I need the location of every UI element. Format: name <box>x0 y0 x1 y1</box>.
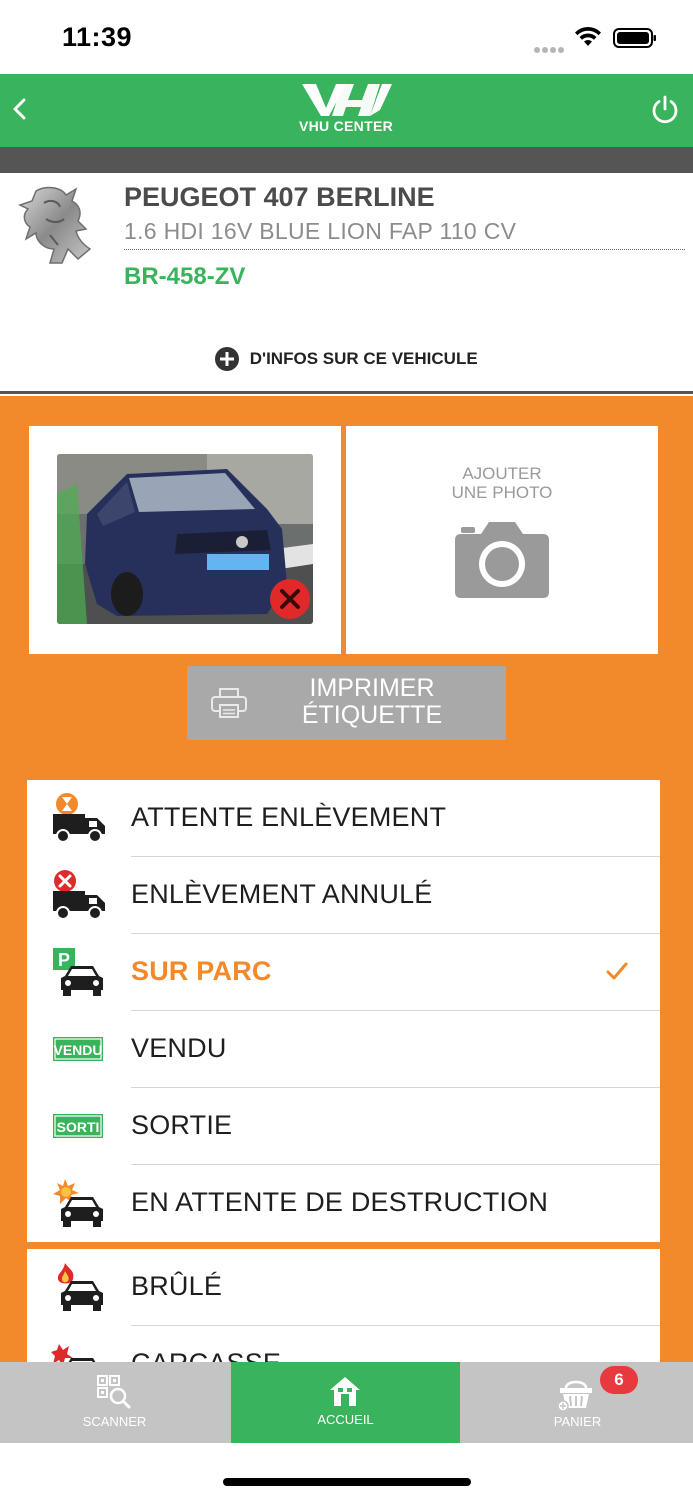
car-fire-icon <box>57 1263 103 1311</box>
peugeot-lion-logo <box>18 186 92 264</box>
header-subbar <box>0 147 693 173</box>
vehicle-plate: BR-458-ZV <box>124 263 246 290</box>
status-label: EN ATTENTE DE DESTRUCTION <box>131 1187 549 1217</box>
printer-icon <box>211 688 247 718</box>
exit-tag-text: SORTI <box>57 1119 100 1135</box>
signal-dots-icon <box>534 40 566 58</box>
print-label-line2: ÉTIQUETTE <box>301 701 443 729</box>
status-row-sortie[interactable]: SORTI SORTIE <box>27 1088 660 1165</box>
delete-photo-icon[interactable] <box>269 578 311 620</box>
status-row-enlevement-annule[interactable]: ENLÈVEMENT ANNULÉ <box>27 857 660 934</box>
sold-tag-icon: VENDU <box>53 1037 103 1061</box>
basket-icon <box>558 1380 592 1412</box>
status-row-attente-destruction[interactable]: EN ATTENTE DE DESTRUCTION <box>27 1165 660 1242</box>
checkmark-icon <box>606 962 628 980</box>
vehicle-version: 1.6 HDI 16V BLUE LION FAP 110 CV <box>124 218 685 250</box>
status-time: 11:39 <box>62 22 133 52</box>
print-label-button[interactable]: IMPRIMER ÉTIQUETTE <box>187 666 506 740</box>
status-row-attente-enlevement[interactable]: ATTENTE ENLÈVEMENT <box>27 780 660 857</box>
battery-icon <box>613 28 656 48</box>
status-label: ENLÈVEMENT ANNULÉ <box>131 879 433 909</box>
status-row-vendu[interactable]: VENDU VENDU <box>27 1011 660 1088</box>
sold-tag-text: VENDU <box>53 1042 102 1058</box>
vhu-logo-mark <box>302 84 392 116</box>
print-label-text: IMPRIMER ÉTIQUETTE <box>277 675 467 729</box>
cart-badge: 6 <box>600 1366 638 1394</box>
add-photo-card[interactable]: AJOUTER UNE PHOTO <box>346 426 658 654</box>
status-label: BRÛLÉ <box>131 1271 223 1301</box>
car-parking-icon: P <box>53 948 103 996</box>
plus-circle-icon <box>215 347 240 371</box>
add-photo-label: AJOUTER UNE PHOTO <box>346 464 658 502</box>
status-label: ATTENTE ENLÈVEMENT <box>131 802 447 832</box>
car-explosion-icon <box>53 1179 103 1227</box>
truck-cancel-icon <box>53 870 105 920</box>
status-list: ATTENTE ENLÈVEMENT ENLÈVEMENT ANNULÉ P S… <box>27 780 660 1242</box>
camera-icon <box>455 522 549 598</box>
qr-scan-icon <box>97 1375 131 1409</box>
status-bar: 11:39 <box>0 0 693 74</box>
vehicle-photo-card <box>29 426 341 654</box>
vehicle-actions-panel: AJOUTER UNE PHOTO IMPRIMER ÉTIQUETTE ATT… <box>0 396 693 1364</box>
more-info-button[interactable]: D'INFOS SUR CE VEHICULE <box>0 347 693 371</box>
tab-home[interactable]: ACCUEIL <box>231 1362 460 1443</box>
car-carcass-icon <box>51 1344 97 1364</box>
tab-scanner[interactable]: SCANNER <box>0 1362 229 1443</box>
home-icon <box>330 1377 360 1406</box>
more-info-label: D'INFOS SUR CE VEHICULE <box>249 349 478 368</box>
status-label: SORTIE <box>131 1110 233 1140</box>
app-header: VHU CENTER <box>0 74 693 147</box>
vehicle-info: PEUGEOT 407 BERLINE 1.6 HDI 16V BLUE LIO… <box>0 173 693 394</box>
app-screen: 11:39 VHU CENTER PEUGEOT 407 BERLINE 1.6… <box>0 0 693 1500</box>
wifi-icon <box>575 26 601 46</box>
vhu-center-logo: VHU CENTER <box>296 80 396 140</box>
tab-scanner-label: SCANNER <box>82 1414 147 1429</box>
truck-hourglass-icon <box>53 793 105 843</box>
add-photo-label-line1: AJOUTER <box>462 464 542 483</box>
svg-text:P: P <box>58 950 70 970</box>
power-icon[interactable] <box>649 94 681 126</box>
back-chevron-icon[interactable] <box>10 94 30 124</box>
add-photo-label-line2: UNE PHOTO <box>451 483 553 502</box>
home-indicator[interactable] <box>223 1478 471 1486</box>
status-row-sur-parc[interactable]: P SUR PARC <box>27 934 660 1011</box>
tab-cart-label: PANIER <box>553 1414 602 1429</box>
status-row-brule[interactable]: BRÛLÉ <box>27 1249 660 1326</box>
logo-text: VHU CENTER <box>298 118 393 134</box>
status-row-carcasse[interactable]: CARCASSE <box>27 1326 660 1364</box>
vehicle-name: PEUGEOT 407 BERLINE <box>124 182 435 212</box>
exit-tag-icon: SORTI <box>53 1114 103 1138</box>
tab-home-label: ACCUEIL <box>317 1412 374 1427</box>
status-label: VENDU <box>131 1033 227 1063</box>
status-list-secondary: BRÛLÉ CARCASSE <box>27 1249 660 1364</box>
status-label: SUR PARC <box>131 956 272 986</box>
print-label-line1: IMPRIMER <box>309 674 435 702</box>
tab-cart[interactable]: 6 PANIER <box>462 1362 693 1443</box>
bottom-tab-bar: SCANNER ACCUEIL 6 PANIER <box>0 1362 693 1443</box>
